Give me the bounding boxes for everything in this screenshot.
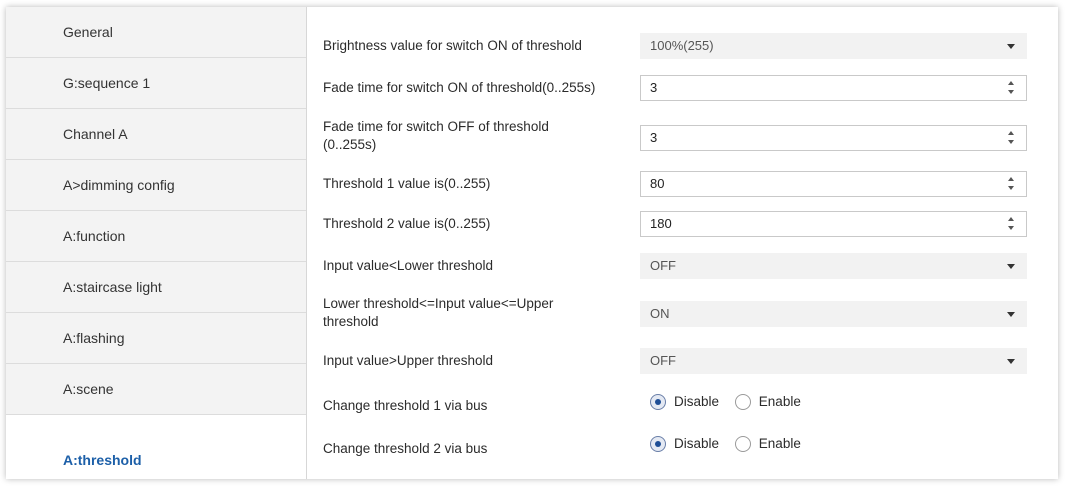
fade-off-label-line1: Fade time for switch OFF of threshold	[323, 119, 549, 134]
spin-down-icon[interactable]	[1008, 226, 1014, 230]
chevron-down-icon	[1007, 359, 1015, 364]
sidebar-item-label: A:flashing	[63, 330, 125, 346]
spin-up-icon[interactable]	[1008, 177, 1014, 181]
input-upper-label: Input value>Upper threshold	[323, 353, 493, 368]
input-lower-label: Input value<Lower threshold	[323, 258, 493, 273]
input-value: 3	[650, 130, 658, 145]
input-upper-select[interactable]: OFF	[640, 348, 1027, 374]
chevron-down-icon	[1007, 312, 1015, 317]
sidebar-item-a-function[interactable]: A:function	[6, 211, 306, 262]
change-t2-radio-group: Disable Enable	[650, 434, 813, 454]
sidebar-item-label: A:scene	[63, 381, 114, 397]
sidebar-item-a-dimming-config[interactable]: A>dimming config	[6, 160, 306, 211]
sidebar-item-label: Channel A	[63, 126, 128, 142]
fade-on-label: Fade time for switch ON of threshold(0..…	[323, 80, 596, 95]
sidebar-item-label: A:function	[63, 228, 126, 244]
change-t2-label: Change threshold 2 via bus	[323, 441, 488, 456]
spin-down-icon[interactable]	[1008, 90, 1014, 94]
input-value: 80	[650, 176, 665, 191]
input-value: 180	[650, 216, 672, 231]
sidebar-item-label: G:sequence 1	[63, 75, 151, 91]
sidebar: General G:sequence 1 Channel A A>dimming…	[6, 7, 307, 479]
threshold1-label: Threshold 1 value is(0..255)	[323, 176, 491, 191]
spin-down-icon[interactable]	[1008, 140, 1014, 144]
threshold2-label: Threshold 2 value is(0..255)	[323, 216, 491, 231]
sidebar-item-channel-a[interactable]: Channel A	[6, 109, 306, 160]
sidebar-item-general[interactable]: General	[6, 7, 306, 58]
select-value: 100%(255)	[650, 38, 714, 53]
chevron-down-icon	[1007, 264, 1015, 269]
chevron-down-icon	[1007, 44, 1015, 49]
select-value: OFF	[650, 353, 676, 368]
select-value: OFF	[650, 258, 676, 273]
sidebar-item-label: General	[63, 24, 113, 40]
input-between-select[interactable]: ON	[640, 301, 1027, 327]
threshold2-input[interactable]: 180	[640, 211, 1027, 237]
spin-up-icon[interactable]	[1008, 81, 1014, 85]
fade-off-input[interactable]: 3	[640, 125, 1027, 151]
fade-off-label-line2: (0..255s)	[323, 137, 377, 152]
change-t2-enable-radio[interactable]	[734, 436, 751, 453]
fade-off-label: Fade time for switch OFF of threshold (0…	[323, 118, 633, 154]
input-lower-select[interactable]: OFF	[640, 253, 1027, 279]
spin-down-icon[interactable]	[1008, 186, 1014, 190]
brightness-on-label: Brightness value for switch ON of thresh…	[323, 38, 582, 53]
change-t2-disable-radio[interactable]	[650, 436, 666, 453]
select-value: ON	[650, 306, 670, 321]
input-between-label: Lower threshold<=Input value<=Upper thre…	[323, 295, 633, 331]
sidebar-item-a-scene[interactable]: A:scene	[6, 364, 306, 415]
change-t1-radio-group: Disable Enable	[650, 392, 813, 412]
spin-up-icon[interactable]	[1008, 131, 1014, 135]
brightness-on-select[interactable]: 100%(255)	[640, 33, 1027, 59]
input-between-label-line1: Lower threshold<=Input value<=Upper	[323, 296, 554, 311]
radio-label-enable: Enable	[758, 394, 801, 410]
radio-label-disable: Disable	[674, 436, 720, 452]
sidebar-item-a-staircase-light[interactable]: A:staircase light	[6, 262, 306, 313]
sidebar-item-label: A:threshold	[63, 452, 142, 468]
sidebar-item-a-flashing[interactable]: A:flashing	[6, 313, 306, 364]
sidebar-item-g-sequence-1[interactable]: G:sequence 1	[6, 58, 306, 109]
radio-label-enable: Enable	[758, 436, 801, 452]
radio-label-disable: Disable	[674, 394, 720, 410]
change-t1-disable-radio[interactable]	[650, 394, 666, 411]
sidebar-item-label: A>dimming config	[63, 177, 175, 193]
change-t1-enable-radio[interactable]	[734, 394, 751, 411]
input-value: 3	[650, 80, 658, 95]
spin-up-icon[interactable]	[1008, 217, 1014, 221]
sidebar-item-a-threshold[interactable]: A:threshold	[6, 415, 306, 479]
input-between-label-line2: threshold	[323, 314, 379, 329]
parameter-form: Brightness value for switch ON of thresh…	[307, 7, 1058, 479]
fade-on-input[interactable]: 3	[640, 75, 1027, 101]
threshold1-input[interactable]: 80	[640, 171, 1027, 197]
parameter-window: General G:sequence 1 Channel A A>dimming…	[6, 7, 1058, 479]
change-t1-label: Change threshold 1 via bus	[323, 398, 488, 413]
sidebar-item-label: A:staircase light	[63, 279, 162, 295]
